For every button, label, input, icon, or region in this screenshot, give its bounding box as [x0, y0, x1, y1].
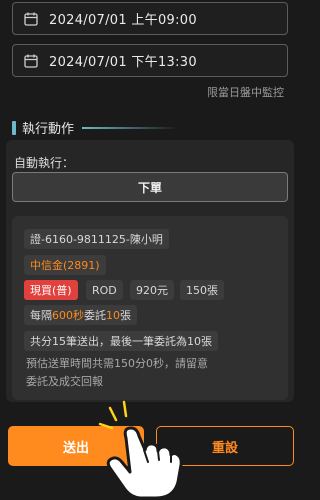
interval-chip: 每隔 600秒 委託 10 張	[24, 305, 137, 325]
interval-suffix: 張	[120, 309, 131, 322]
price-chip: 920元	[130, 280, 174, 300]
end-datetime-value: 2024/07/01 下午13:30	[49, 55, 197, 70]
calendar-icon	[24, 54, 38, 68]
interval-seconds: 600秒	[52, 309, 84, 322]
section-title: 執行動作	[22, 122, 75, 137]
interval-mid: 委託	[84, 309, 106, 322]
start-datetime-field[interactable]: 2024/07/01 上午09:00	[12, 2, 288, 35]
monitor-note: 限當日盤中監控	[207, 86, 284, 99]
stock-chip: 中信金(2891)	[24, 255, 106, 275]
calendar-icon	[24, 12, 38, 26]
section-divider	[82, 126, 179, 129]
pointing-hand-icon	[98, 400, 183, 500]
section-bar	[12, 120, 16, 135]
interval-prefix: 每隔	[30, 309, 52, 322]
split-summary-chip: 共分15筆送出，最後一筆委託為10張	[24, 331, 218, 351]
auto-exec-label: 自動執行：	[14, 156, 75, 170]
trade-type-badge: 現買(普)	[24, 280, 78, 300]
section-heading: 執行動作	[12, 118, 179, 137]
estimate-line-2: 委託及成交回報	[26, 375, 103, 388]
condition-chip: ROD	[86, 280, 123, 300]
account-chip: 證-6160-9811125-陳小明	[24, 229, 169, 249]
quantity-chip: 150張	[180, 280, 224, 300]
interval-qty: 10	[106, 308, 120, 322]
place-order-button[interactable]: 下單	[12, 172, 288, 202]
start-datetime-value: 2024/07/01 上午09:00	[49, 13, 197, 28]
end-datetime-field[interactable]: 2024/07/01 下午13:30	[12, 44, 288, 77]
estimate-line-1: 預估送單時間共需150分0秒，請留意	[26, 357, 208, 370]
